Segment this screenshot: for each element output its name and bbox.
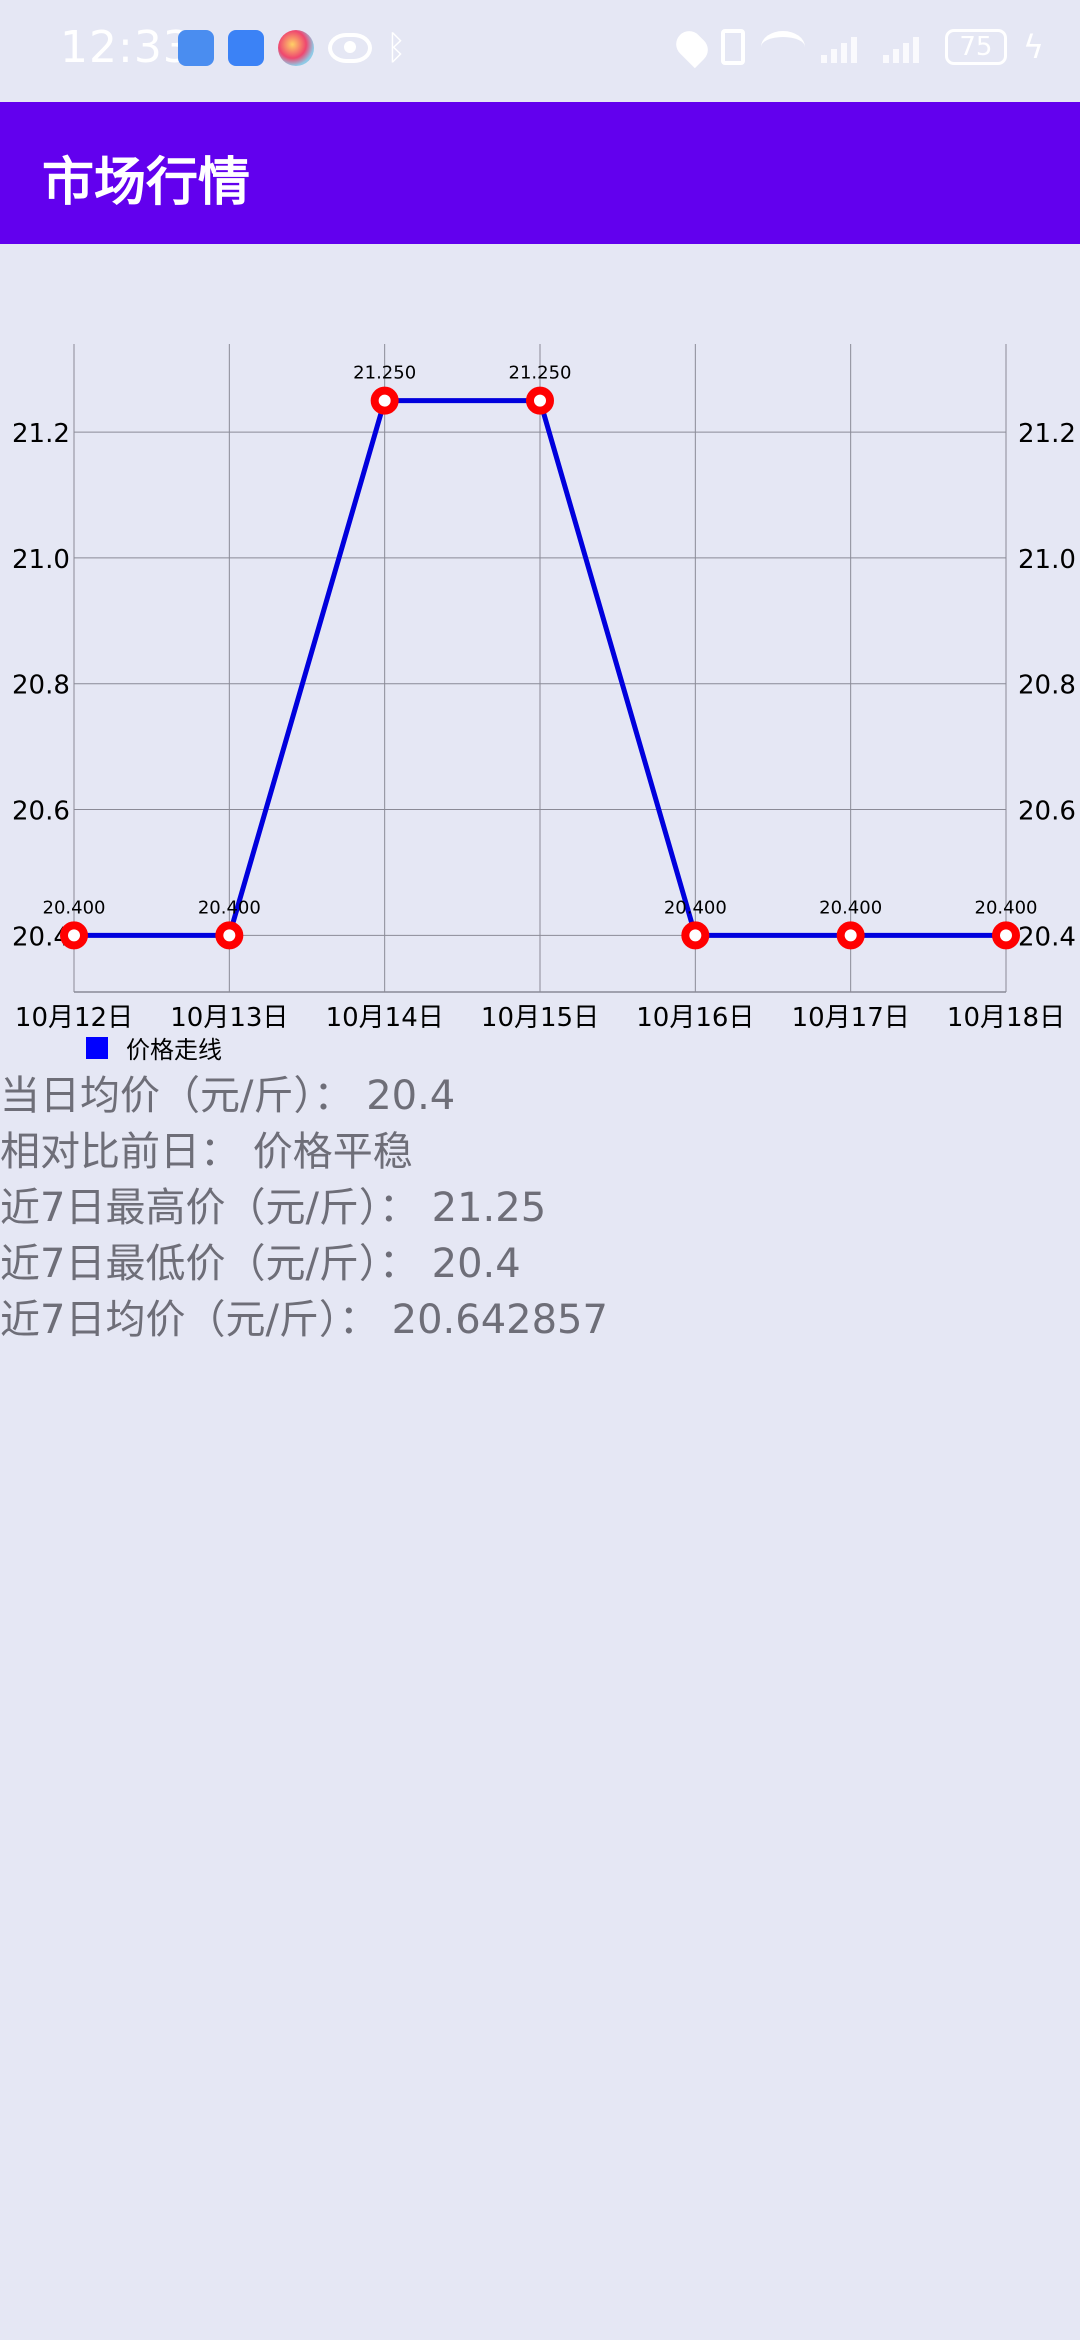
data-label: 20.400	[198, 897, 261, 918]
data-point-center	[71, 932, 77, 939]
status-icons-left: ᛒ	[178, 30, 406, 66]
page-title: 市场行情	[42, 153, 251, 213]
x-tick-label: 10月13日	[170, 1003, 288, 1033]
y-tick-label-right: 21.2	[1018, 419, 1076, 449]
x-tick-label: 10月14日	[326, 1003, 444, 1033]
seven-day-average-price: 近7日均价（元/斤）： 20.642857	[0, 1297, 608, 1343]
app-bar: 市场行情	[0, 102, 1080, 244]
status-bar: 12:33 ᛒ 75 ϟ	[0, 0, 1080, 102]
price-info: 当日均价（元/斤）： 20.4 相对比前日： 价格平稳 近7日最高价（元/斤）：…	[0, 1068, 608, 1348]
data-point-center	[381, 397, 388, 404]
x-tick-label: 10月15日	[481, 1003, 599, 1033]
status-time: 12:33	[60, 22, 192, 73]
today-average-price: 当日均价（元/斤）： 20.4	[0, 1073, 456, 1119]
bluetooth-icon: ᛒ	[386, 28, 407, 68]
y-tick-label-right: 20.6	[1018, 797, 1076, 827]
color-icon	[278, 30, 314, 66]
y-tick-label-left: 20.6	[12, 797, 70, 827]
signal-icon	[882, 31, 929, 63]
y-tick-label-right: 20.4	[1018, 922, 1076, 952]
data-label: 20.400	[664, 897, 727, 918]
signal-icon	[820, 31, 867, 63]
data-label: 21.250	[353, 363, 416, 384]
chart-legend: 价格走线	[86, 1030, 222, 1065]
data-label: 21.250	[509, 363, 572, 384]
battery-icon: 75	[944, 29, 1007, 65]
y-tick-label-left: 21.2	[12, 419, 70, 449]
location-icon	[670, 25, 714, 69]
data-label: 20.400	[975, 897, 1038, 918]
data-label: 20.400	[43, 897, 106, 918]
data-point-center	[692, 932, 699, 939]
wifi-icon	[760, 31, 805, 63]
charging-icon: ϟ	[1022, 28, 1044, 66]
data-label: 20.400	[819, 897, 882, 918]
status-icons-right: 75 ϟ	[670, 25, 1044, 69]
data-point-center	[226, 932, 233, 939]
legend-label: 价格走线	[126, 1036, 222, 1064]
price-line-chart: 20.4 20.420.6 20.620.8 20.821.0 21.021.2 21.2…	[12, 344, 1076, 1033]
x-tick-label: 10月16日	[636, 1003, 754, 1033]
y-tick-label-right: 21.0	[1018, 545, 1076, 575]
data-point-center	[1003, 932, 1009, 939]
x-tick-label: 10月18日	[947, 1003, 1065, 1033]
seven-day-high-price: 近7日最高价（元/斤）： 21.25	[0, 1185, 547, 1231]
y-tick-label-right: 20.8	[1018, 671, 1076, 701]
usb-icon	[178, 30, 214, 66]
wallet-icon	[228, 30, 264, 66]
y-tick-label-left: 20.8	[12, 671, 70, 701]
legend-swatch	[86, 1036, 108, 1059]
seven-day-low-price: 近7日最低价（元/斤）： 20.4	[0, 1241, 521, 1287]
x-tick-label: 10月17日	[792, 1003, 910, 1033]
data-point-center	[847, 932, 854, 939]
price-chart: 20.4 20.4 20.6 20.6 20.8 20.8 21.0 21.0 21.2 21.2…	[0, 320, 1080, 1070]
y-tick-label-left: 21.0	[12, 545, 70, 575]
vibrate-icon	[720, 29, 745, 65]
eye-icon	[328, 33, 372, 63]
data-point-center	[537, 397, 543, 404]
compare-previous-day: 相对比前日： 价格平稳	[0, 1129, 413, 1175]
x-tick-label: 10月12日	[15, 1003, 133, 1033]
